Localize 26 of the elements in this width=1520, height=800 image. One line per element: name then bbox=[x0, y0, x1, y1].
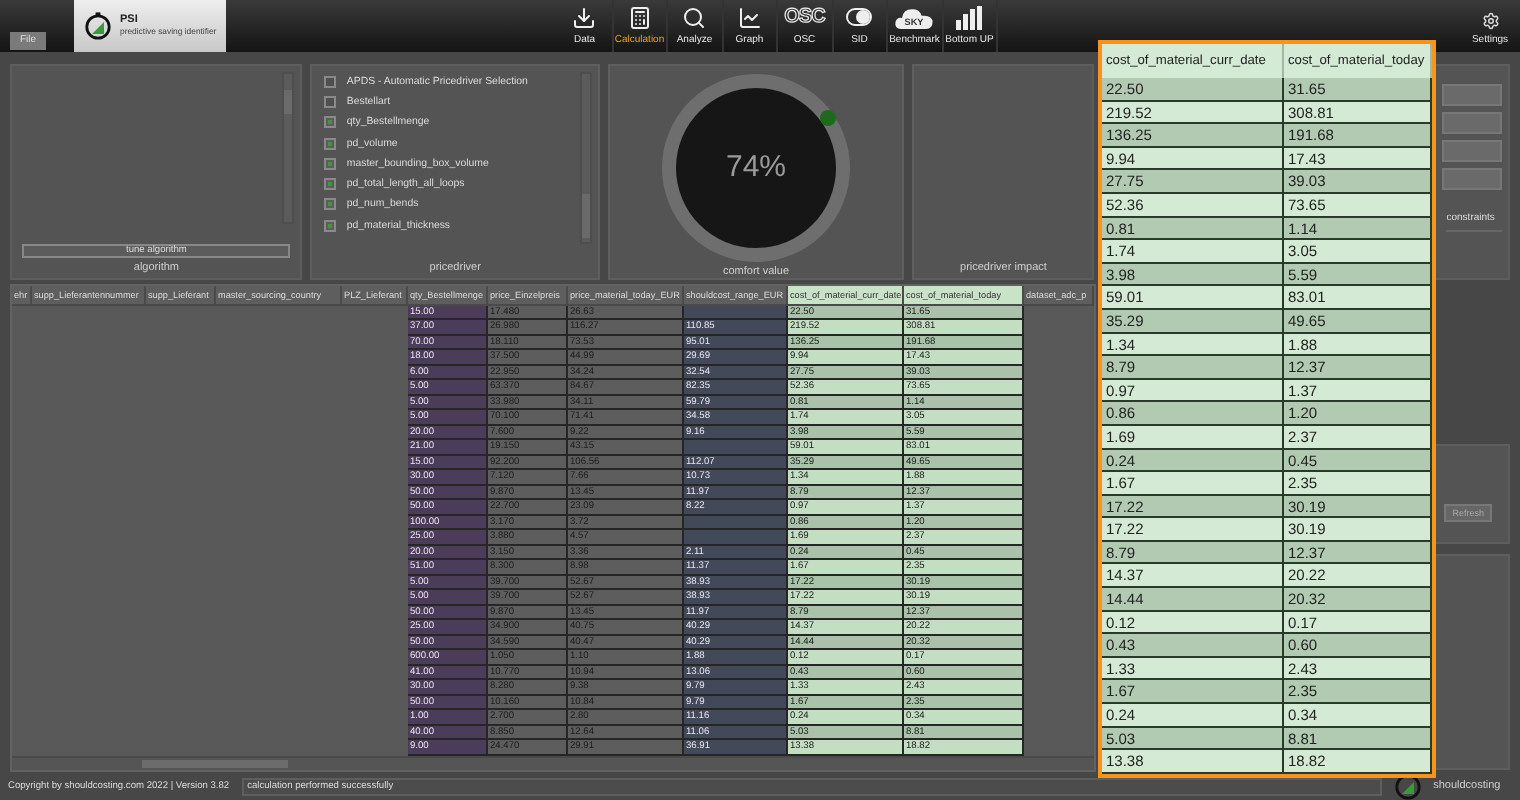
checkbox[interactable] bbox=[324, 178, 337, 191]
checkbox[interactable] bbox=[324, 198, 337, 211]
checkbox[interactable] bbox=[324, 116, 337, 129]
checkbox[interactable] bbox=[324, 75, 337, 88]
checkbox[interactable] bbox=[324, 137, 337, 150]
stopwatch-logo-icon bbox=[1393, 772, 1422, 800]
download-icon bbox=[572, 5, 597, 30]
scrollbar[interactable] bbox=[282, 71, 295, 224]
bar-chart-icon bbox=[956, 5, 983, 30]
checkbox[interactable] bbox=[324, 219, 337, 232]
horizontal-scrollbar[interactable] bbox=[12, 756, 1094, 770]
search-icon bbox=[682, 5, 707, 30]
toggle-icon bbox=[846, 8, 873, 27]
calculator-icon bbox=[627, 5, 652, 30]
scrollbar[interactable] bbox=[579, 71, 592, 244]
input-field[interactable] bbox=[1442, 83, 1502, 106]
osc-logo: OSC bbox=[784, 5, 825, 30]
comfort-value: 74% bbox=[726, 150, 787, 185]
input-field[interactable] bbox=[1442, 111, 1502, 134]
checkbox[interactable] bbox=[324, 157, 337, 170]
input-field[interactable] bbox=[1442, 139, 1502, 162]
input-field[interactable] bbox=[1442, 167, 1502, 190]
checkbox[interactable] bbox=[324, 95, 337, 108]
settings-icon bbox=[1481, 11, 1499, 30]
line-chart-icon bbox=[737, 5, 762, 30]
stopwatch-logo-icon bbox=[84, 11, 112, 40]
